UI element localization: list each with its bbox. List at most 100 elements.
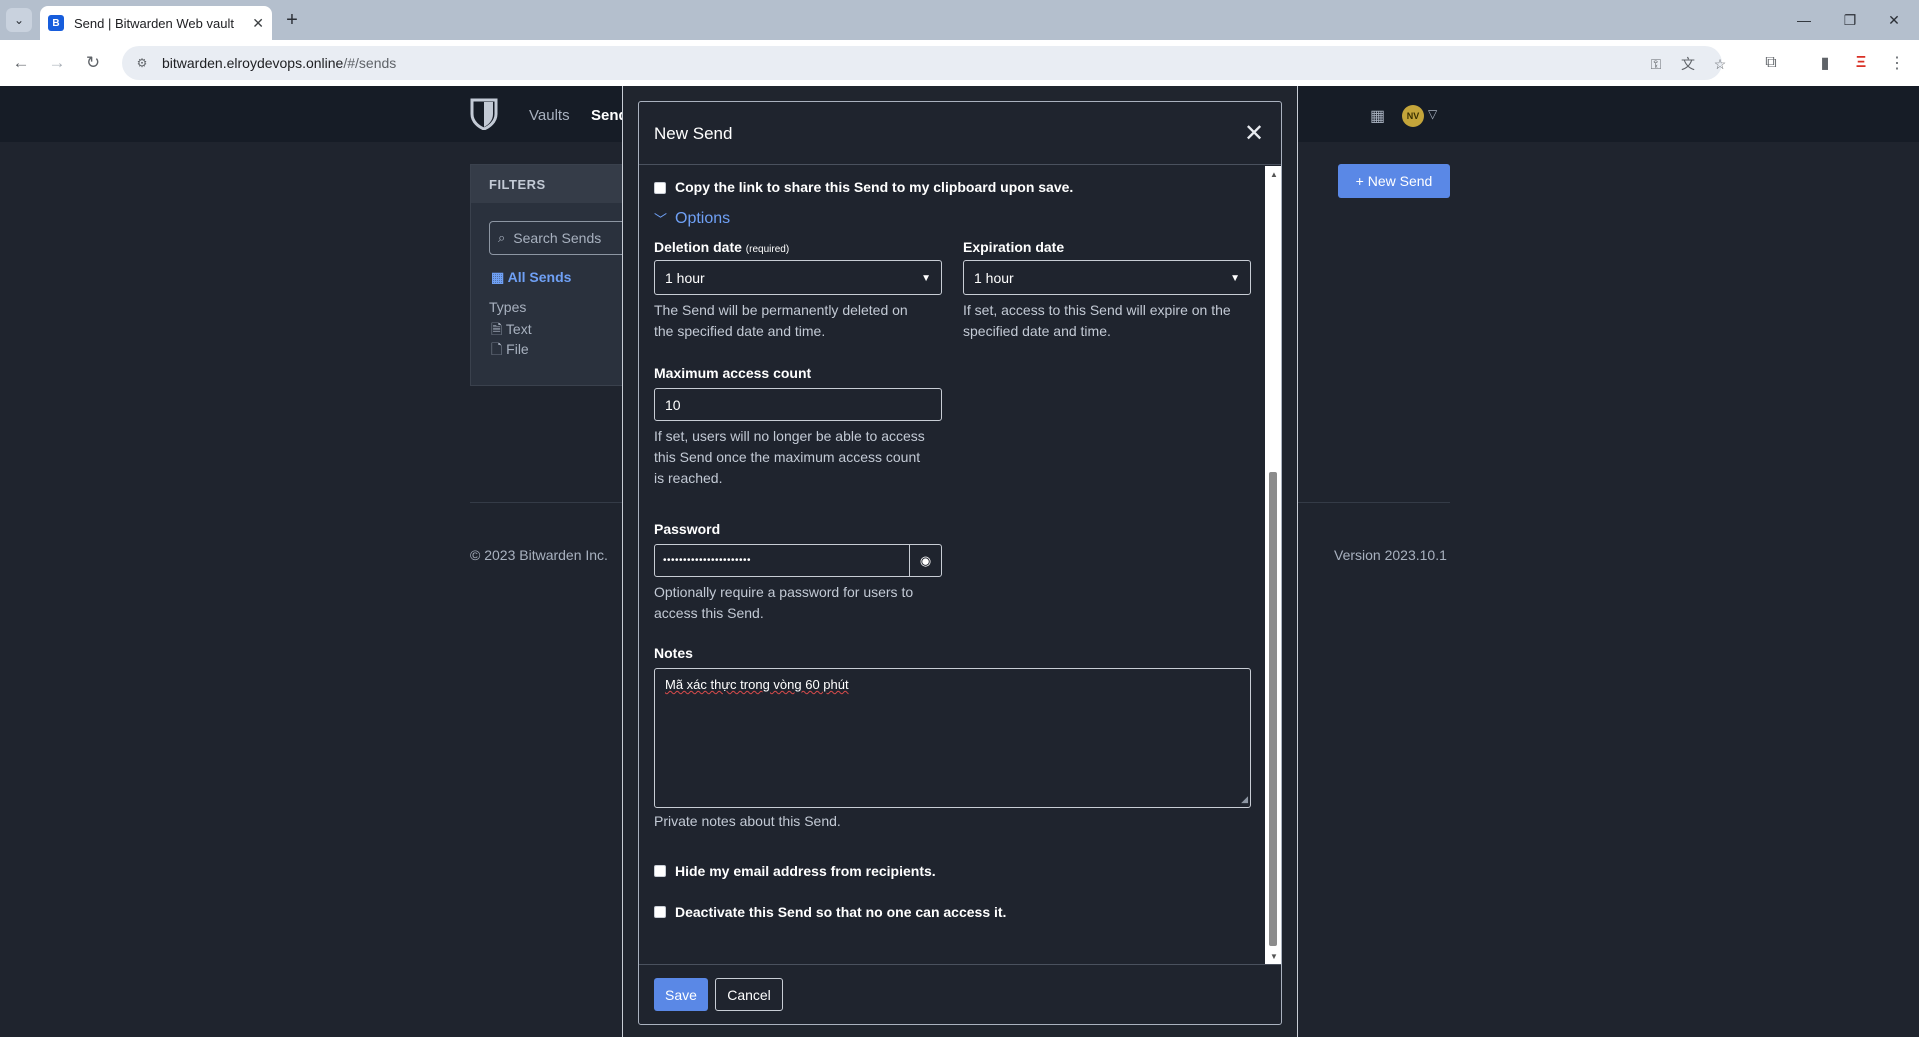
scroll-up-arrow-icon[interactable]: ▲: [1270, 170, 1278, 179]
deletion-date-value: 1 hour: [665, 269, 705, 286]
copy-link-checkbox[interactable]: [654, 182, 666, 194]
close-icon[interactable]: ✕: [1239, 118, 1269, 148]
dialog-header: New Send ✕: [639, 102, 1281, 165]
copy-link-label[interactable]: Copy the link to share this Send to my c…: [675, 179, 1073, 195]
filters-panel: FILTERS ⌕ Search Sends ▦ All Sends Types…: [470, 164, 639, 386]
deletion-date-label: Deletion date (required): [654, 239, 789, 255]
save-button[interactable]: Save: [654, 978, 708, 1011]
tab-search-icon[interactable]: ⌄: [6, 8, 32, 32]
account-caret-icon[interactable]: ▽: [1428, 107, 1437, 121]
filter-file-label: File: [506, 341, 529, 357]
scroll-down-arrow-icon[interactable]: ▼: [1270, 952, 1278, 961]
password-input[interactable]: ••••••••••••••••••••••: [654, 544, 910, 577]
password-key-icon[interactable]: ⚿: [1646, 54, 1666, 74]
eye-icon[interactable]: ◉: [909, 544, 942, 577]
dropdown-caret-icon: ▼: [1230, 273, 1240, 284]
close-window-icon[interactable]: ✕: [1874, 8, 1914, 32]
new-send-dialog: New Send ✕ Copy the link to share this S…: [638, 101, 1282, 1025]
deletion-date-select[interactable]: 1 hour ▼: [654, 260, 942, 295]
deletion-label-text: Deletion date: [654, 239, 742, 255]
hide-email-label[interactable]: Hide my email address from recipients.: [675, 863, 936, 879]
max-access-count-help: If set, users will no longer be able to …: [654, 426, 925, 489]
password-field-group: •••••••••••••••••••••• ◉: [654, 544, 942, 577]
expiration-help-line: If set, access to this Send will expire …: [963, 302, 1231, 318]
chevron-down-icon: ﹀: [654, 212, 668, 227]
bitwarden-logo-icon[interactable]: [470, 98, 498, 130]
scrollbar-thumb[interactable]: [1269, 472, 1277, 946]
password-label: Password: [654, 521, 721, 537]
browser-tabstrip: ⌄ B Send | Bitwarden Web vault ✕ + — ❐ ✕: [0, 0, 1919, 40]
filter-file[interactable]: 🗋 File: [491, 339, 529, 363]
expiration-date-select[interactable]: 1 hour ▼: [963, 260, 1251, 295]
deletion-help-line: the specified date and time.: [654, 323, 826, 339]
back-icon[interactable]: ←: [8, 50, 34, 76]
options-label: Options: [675, 209, 731, 227]
deactivate-label[interactable]: Deactivate this Send so that no one can …: [675, 904, 1006, 920]
avatar[interactable]: NV: [1402, 105, 1424, 127]
expiration-date-help: If set, access to this Send will expire …: [963, 300, 1231, 342]
plus-icon: +: [1355, 173, 1368, 189]
new-tab-icon[interactable]: +: [280, 8, 304, 32]
dialog-title: New Send: [654, 124, 733, 143]
max-access-help-line: If set, users will no longer be able to …: [654, 428, 925, 444]
search-sends-input[interactable]: ⌕ Search Sends: [489, 221, 639, 255]
bitwarden-favicon-icon: B: [48, 15, 64, 31]
tab-close-icon[interactable]: ✕: [252, 15, 264, 32]
hide-email-checkbox[interactable]: [654, 865, 666, 877]
deletion-help-line: The Send will be permanently deleted on: [654, 302, 908, 318]
max-access-count-input[interactable]: 10: [654, 388, 942, 421]
forward-icon[interactable]: →: [44, 50, 70, 76]
dialog-scrollbar[interactable]: ▲ ▼: [1265, 166, 1281, 964]
dialog-footer: Save Cancel: [639, 964, 1281, 1024]
notes-textarea[interactable]: Mã xác thực trong vòng 60 phút ◢: [654, 668, 1251, 808]
address-bar[interactable]: ⚙ bitwarden.elroydevops.online/#/sends ⚿…: [122, 46, 1726, 80]
version-text: Version 2023.10.1: [1334, 547, 1447, 563]
browser-menu-icon[interactable]: ⋮: [1884, 50, 1910, 76]
dropdown-caret-icon: ▼: [921, 273, 931, 284]
copyright-text: © 2023 Bitwarden Inc.: [470, 547, 608, 563]
notes-label: Notes: [654, 645, 693, 661]
new-send-label: New Send: [1367, 173, 1433, 189]
password-help: Optionally require a password for users …: [654, 582, 913, 624]
resize-grip-icon[interactable]: ◢: [1241, 794, 1248, 805]
max-access-count-label: Maximum access count: [654, 365, 812, 381]
filter-all-label: All Sends: [507, 269, 572, 285]
minimize-icon[interactable]: —: [1784, 8, 1824, 32]
tab-title: Send | Bitwarden Web vault: [74, 15, 234, 31]
max-access-help-line: this Send once the maximum access count: [654, 449, 921, 465]
side-panel-icon[interactable]: ▮: [1812, 50, 1838, 76]
extensions-icon[interactable]: ⧉: [1758, 50, 1784, 76]
search-placeholder: Search Sends: [513, 230, 602, 246]
cancel-button[interactable]: Cancel: [715, 978, 783, 1011]
restore-icon[interactable]: ❐: [1830, 8, 1870, 32]
grid-icon: ▦: [491, 269, 508, 285]
deletion-date-help: The Send will be permanently deleted on …: [654, 300, 908, 342]
filters-header: FILTERS: [471, 165, 629, 203]
bookmark-star-icon[interactable]: ☆: [1710, 54, 1730, 74]
filter-all-sends[interactable]: ▦ All Sends: [491, 269, 571, 286]
new-send-button[interactable]: + New Send: [1338, 164, 1450, 198]
file-icon: 🗋: [491, 341, 507, 357]
translate-icon[interactable]: 文: [1678, 54, 1698, 74]
password-help-line: access this Send.: [654, 605, 764, 621]
expiration-date-label: Expiration date: [963, 239, 1065, 255]
text-file-icon: 🗎: [491, 321, 506, 337]
search-icon: ⌕: [498, 230, 506, 245]
profile-extension-icon[interactable]: Ξ: [1848, 50, 1874, 76]
expiration-help-line: specified date and time.: [963, 323, 1111, 339]
password-help-line: Optionally require a password for users …: [654, 584, 914, 600]
deactivate-checkbox[interactable]: [654, 906, 666, 918]
browser-toolbar: ← → ↻ ⚙ bitwarden.elroydevops.online/#/s…: [0, 40, 1919, 86]
filter-types-label: Types: [489, 299, 527, 315]
site-info-icon[interactable]: ⚙: [134, 55, 150, 71]
options-toggle[interactable]: ﹀ Options: [654, 209, 730, 228]
filter-text-label: Text: [505, 321, 532, 337]
nav-vaults[interactable]: Vaults: [529, 107, 570, 124]
dialog-body[interactable]: Copy the link to share this Send to my c…: [639, 166, 1265, 964]
reload-icon[interactable]: ↻: [80, 50, 106, 76]
notes-help: Private notes about this Send.: [654, 813, 841, 829]
browser-tab[interactable]: B Send | Bitwarden Web vault ✕: [40, 6, 272, 40]
product-switcher-icon[interactable]: ▦: [1370, 106, 1385, 126]
required-tag: (required): [745, 244, 790, 255]
notes-value: Mã xác thực trong vòng 60 phút: [665, 677, 849, 692]
